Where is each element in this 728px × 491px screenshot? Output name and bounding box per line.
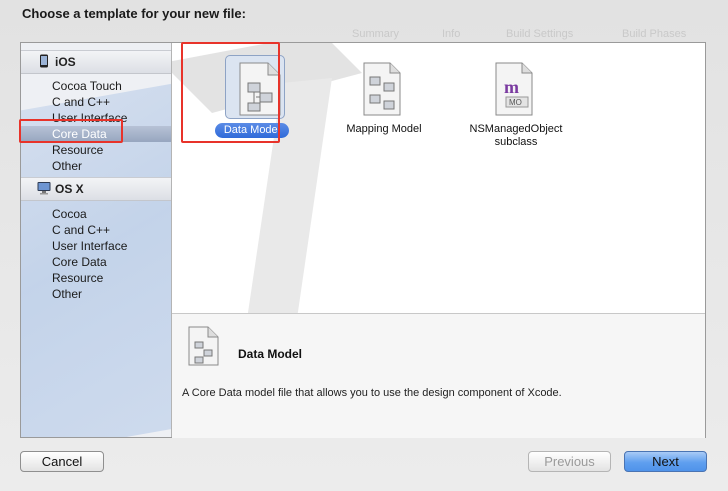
iphone-icon	[40, 54, 48, 68]
sidebar-item-cocoa[interactable]: Cocoa	[21, 206, 171, 222]
sidebar-item-c-and-cpp[interactable]: C and C++	[21, 222, 171, 238]
sidebar-group-label: OS X	[55, 182, 84, 196]
template-nsmanagedobject-subclass[interactable]: m MO NSManagedObject subclass	[466, 53, 566, 153]
sidebar-item-other[interactable]: Other	[21, 286, 171, 302]
background-tab: Build Phases	[622, 28, 687, 40]
description-title: Data Model	[238, 347, 303, 361]
mac-icon	[37, 182, 51, 195]
sidebar-item-user-interface[interactable]: User Interface	[21, 238, 171, 254]
sidebar-item-resource[interactable]: Resource	[21, 142, 171, 158]
template-label: Mapping Model	[346, 123, 422, 135]
description-text: A Core Data model file that allows you t…	[182, 387, 562, 399]
template-chooser-panel: iOS Cocoa Touch C and C++ User Interface…	[20, 42, 706, 438]
sidebar-item-label: Core Data	[52, 255, 107, 269]
sidebar-item-label: User Interface	[52, 239, 128, 253]
sheet-title: Choose a template for your new file:	[22, 6, 246, 21]
sidebar-item-label: C and C++	[52, 223, 111, 237]
sidebar-item-label: Cocoa	[52, 207, 87, 221]
sidebar-group-label: iOS	[55, 55, 76, 69]
svg-text:m: m	[504, 77, 519, 97]
cancel-button[interactable]: Cancel	[20, 451, 104, 472]
sidebar-item-label: Resource	[52, 271, 104, 285]
sidebar-group-ios[interactable]: iOS	[21, 50, 171, 74]
sidebar-item-label: Other	[52, 287, 83, 301]
template-mapping-model[interactable]: Mapping Model	[334, 53, 434, 153]
sidebar-item-core-data[interactable]: Core Data	[21, 254, 171, 270]
mapping-model-file-icon	[363, 62, 401, 116]
previous-button[interactable]: Previous	[528, 451, 611, 472]
sidebar-item-resource[interactable]: Resource	[21, 270, 171, 286]
sidebar-item-c-and-cpp[interactable]: C and C++	[21, 94, 171, 110]
background-tab: Summary	[352, 28, 400, 40]
sidebar-group-osx[interactable]: OS X	[21, 177, 171, 201]
sidebar-item-cocoa-touch[interactable]: Cocoa Touch	[21, 78, 171, 94]
background-tab: Info	[442, 28, 461, 40]
highlight-box	[181, 42, 280, 143]
background-tab: Build Settings	[506, 28, 574, 40]
template-description: Data Model A Core Data model file that a…	[172, 313, 705, 438]
sidebar-item-label: Other	[52, 159, 83, 173]
sidebar-item-other[interactable]: Other	[21, 158, 171, 174]
managed-object-file-icon: m MO	[495, 62, 533, 116]
sidebar-item-label: Cocoa Touch	[52, 79, 122, 93]
category-sidebar: iOS Cocoa Touch C and C++ User Interface…	[21, 43, 172, 437]
template-label: NSManagedObject subclass	[469, 123, 563, 148]
svg-text:MO: MO	[509, 98, 522, 107]
next-button[interactable]: Next	[624, 451, 707, 472]
sidebar-item-label: Resource	[52, 143, 104, 157]
data-model-file-icon	[188, 326, 219, 366]
sidebar-item-label: C and C++	[52, 95, 111, 109]
highlight-box	[19, 119, 123, 143]
